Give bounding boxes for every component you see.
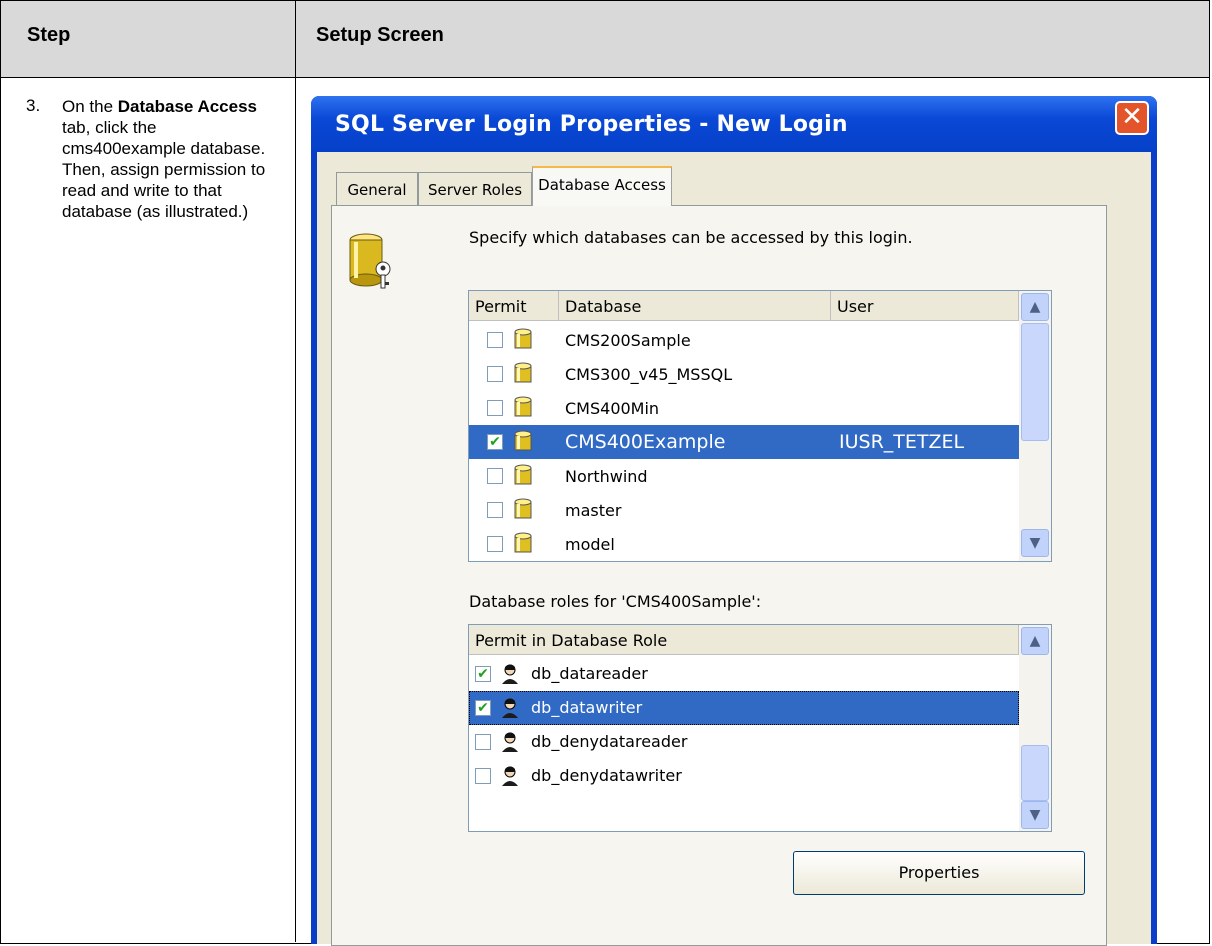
key-icon bbox=[375, 261, 391, 289]
permit-checkbox-checked[interactable]: ✔ bbox=[487, 434, 503, 450]
database-list[interactable]: Permit Database User CMS200Sample CMS300… bbox=[468, 290, 1052, 562]
properties-button[interactable]: Properties bbox=[793, 851, 1085, 895]
database-name: CMS400Example bbox=[565, 431, 726, 453]
user-icon bbox=[502, 698, 518, 718]
role-name: db_denydatawriter bbox=[531, 766, 682, 785]
header-setup-screen: Setup Screen bbox=[316, 24, 444, 46]
role-row-selected[interactable]: ✔ db_datawriter bbox=[469, 691, 1019, 725]
database-row[interactable]: Northwind bbox=[469, 459, 1019, 493]
database-row[interactable]: master bbox=[469, 493, 1019, 527]
user-icon bbox=[502, 766, 518, 786]
database-row[interactable]: model bbox=[469, 527, 1019, 561]
column-header-permit[interactable]: Permit bbox=[469, 291, 559, 321]
column-header-user[interactable]: User bbox=[831, 291, 1019, 321]
roles-list-scrollbar[interactable]: ▲ ▼ bbox=[1019, 625, 1051, 831]
permit-checkbox[interactable] bbox=[487, 332, 503, 348]
database-user: IUSR_TETZEL bbox=[839, 431, 965, 453]
scroll-down-button[interactable]: ▼ bbox=[1021, 529, 1049, 557]
database-row-selected[interactable]: ✔ CMS400Example IUSR_TETZEL bbox=[469, 425, 1019, 459]
database-name: CMS200Sample bbox=[565, 331, 691, 350]
database-icon bbox=[514, 532, 532, 553]
role-name: db_datareader bbox=[531, 664, 648, 683]
database-icon bbox=[514, 498, 532, 519]
scroll-thumb[interactable] bbox=[1021, 323, 1049, 441]
role-row[interactable]: db_denydatareader bbox=[469, 725, 1019, 759]
header-step: Step bbox=[27, 24, 71, 46]
role-name: db_denydatareader bbox=[531, 732, 688, 751]
user-icon bbox=[502, 664, 518, 684]
permit-checkbox[interactable] bbox=[487, 536, 503, 552]
permit-checkbox[interactable] bbox=[487, 502, 503, 518]
table-header-row bbox=[1, 1, 1209, 78]
database-row[interactable]: CMS400Min bbox=[469, 391, 1019, 425]
scroll-up-button[interactable]: ▲ bbox=[1021, 627, 1049, 655]
database-name: CMS300_v45_MSSQL bbox=[565, 365, 733, 384]
role-checkbox-checked[interactable]: ✔ bbox=[475, 700, 491, 716]
permit-checkbox[interactable] bbox=[487, 400, 503, 416]
step-number: 3. bbox=[26, 96, 41, 115]
scroll-down-button[interactable]: ▼ bbox=[1021, 801, 1049, 829]
step-text-after: tab, click the cms400example database. T… bbox=[62, 118, 266, 221]
role-name: db_datawriter bbox=[531, 698, 643, 717]
step-instructions: On the Database Access tab, click the cm… bbox=[62, 96, 272, 222]
database-name: CMS400Min bbox=[565, 399, 660, 418]
database-icon bbox=[514, 464, 532, 485]
close-button[interactable]: ✕ bbox=[1115, 101, 1149, 135]
role-checkbox-checked[interactable]: ✔ bbox=[475, 666, 491, 682]
permit-checkbox[interactable] bbox=[487, 468, 503, 484]
database-icon bbox=[514, 362, 532, 383]
tab-server-roles[interactable]: Server Roles bbox=[418, 172, 532, 206]
roles-list[interactable]: Permit in Database Role ✔ db_datareader … bbox=[468, 624, 1052, 832]
role-checkbox[interactable] bbox=[475, 768, 491, 784]
column-divider bbox=[295, 0, 296, 942]
database-row[interactable]: CMS300_v45_MSSQL bbox=[469, 357, 1019, 391]
dialog-title: SQL Server Login Properties - New Login bbox=[335, 112, 848, 137]
database-icon bbox=[514, 430, 532, 451]
role-checkbox[interactable] bbox=[475, 734, 491, 750]
step-text-bold: Database Access bbox=[117, 97, 258, 116]
scroll-thumb[interactable] bbox=[1021, 745, 1049, 801]
access-description: Specify which databases can be accessed … bbox=[469, 228, 913, 247]
database-list-scrollbar[interactable]: ▲ ▼ bbox=[1019, 291, 1051, 561]
database-icon bbox=[514, 328, 532, 349]
tab-general[interactable]: General bbox=[336, 172, 418, 206]
step-text-before: On the bbox=[62, 97, 118, 116]
column-header-database[interactable]: Database bbox=[559, 291, 831, 321]
database-name: Northwind bbox=[565, 467, 648, 486]
dialog-titlebar[interactable]: SQL Server Login Properties - New Login … bbox=[311, 96, 1157, 152]
database-name: model bbox=[565, 535, 615, 554]
database-name: master bbox=[565, 501, 622, 520]
column-header-role[interactable]: Permit in Database Role bbox=[469, 625, 1019, 655]
database-icon bbox=[514, 396, 532, 417]
role-row[interactable]: ✔ db_datareader bbox=[469, 657, 1019, 691]
tab-database-access[interactable]: Database Access bbox=[532, 166, 672, 206]
permit-checkbox[interactable] bbox=[487, 366, 503, 382]
role-row[interactable]: db_denydatawriter bbox=[469, 759, 1019, 793]
scroll-up-button[interactable]: ▲ bbox=[1021, 293, 1049, 321]
database-row[interactable]: CMS200Sample bbox=[469, 323, 1019, 357]
user-icon bbox=[502, 732, 518, 752]
roles-label: Database roles for 'CMS400Sample': bbox=[469, 592, 762, 611]
